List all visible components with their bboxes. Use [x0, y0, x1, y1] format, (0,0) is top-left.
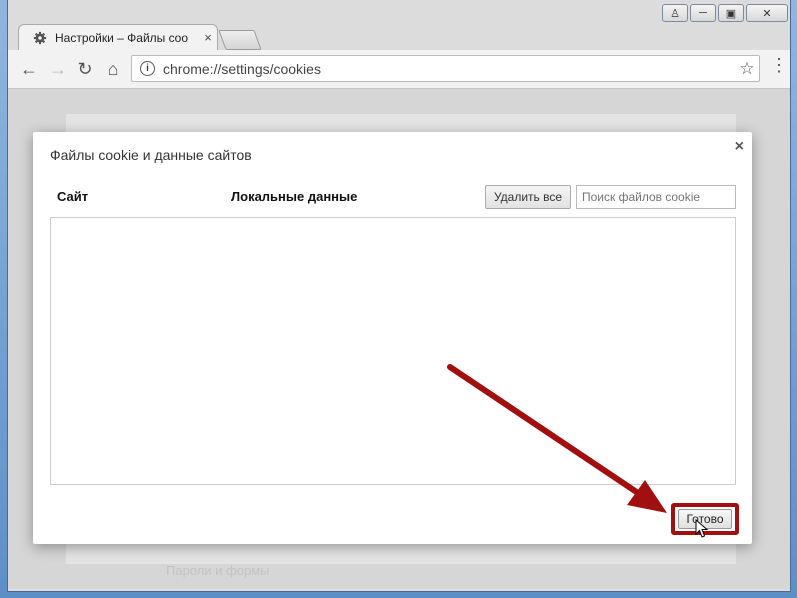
address-bar[interactable]: i chrome://settings/cookies ☆: [131, 55, 760, 82]
info-icon[interactable]: i: [140, 61, 155, 76]
mouse-cursor-icon: [695, 519, 709, 538]
background-section-label: Пароли и формы: [166, 563, 270, 578]
new-tab-button[interactable]: [218, 30, 262, 50]
forward-icon[interactable]: →: [48, 59, 68, 79]
column-header-local-data: Локальные данные: [231, 189, 358, 204]
cookies-dialog: Файлы cookie и данные сайтов × Сайт Лока…: [33, 132, 752, 544]
minimize-icon[interactable]: ─: [690, 4, 716, 22]
home-icon[interactable]: ⌂: [103, 59, 123, 79]
tab-close-icon[interactable]: ×: [199, 30, 217, 45]
dialog-title: Файлы cookie и данные сайтов: [50, 147, 252, 163]
bookmark-star-icon[interactable]: ☆: [735, 59, 759, 79]
delete-all-button[interactable]: Удалить все: [485, 185, 571, 209]
window-controls: ♙ ─ ▣ ✕: [662, 4, 788, 22]
tab-settings[interactable]: Настройки – Файлы coo ×: [18, 24, 218, 50]
toolbar: ← → ↻ ⌂ i chrome://settings/cookies ☆ ⋮: [8, 50, 790, 89]
cookie-search-input[interactable]: [576, 185, 736, 209]
reload-icon[interactable]: ↻: [75, 59, 95, 79]
back-icon[interactable]: ←: [19, 59, 39, 79]
close-icon[interactable]: ✕: [746, 4, 788, 22]
tab-strip: Настройки – Файлы coo × ♙ ─ ▣ ✕: [8, 0, 790, 50]
url-text[interactable]: chrome://settings/cookies: [163, 61, 735, 77]
cookie-list[interactable]: [50, 217, 736, 485]
dialog-close-icon[interactable]: ×: [735, 138, 744, 156]
browser-window: Настройки – Файлы coo × ♙ ─ ▣ ✕ ← → ↻ ⌂ …: [7, 0, 791, 592]
column-header-site: Сайт: [57, 189, 89, 204]
desktop-frame: Настройки – Файлы coo × ♙ ─ ▣ ✕ ← → ↻ ⌂ …: [0, 0, 797, 598]
tab-title: Настройки – Файлы coo: [55, 30, 188, 45]
user-icon[interactable]: ♙: [662, 4, 688, 22]
page-content: Пароли и формы Файлы cookie и данные сай…: [8, 89, 790, 589]
menu-icon[interactable]: ⋮: [770, 56, 788, 79]
maximize-icon[interactable]: ▣: [718, 4, 744, 22]
gear-icon: [33, 31, 47, 44]
